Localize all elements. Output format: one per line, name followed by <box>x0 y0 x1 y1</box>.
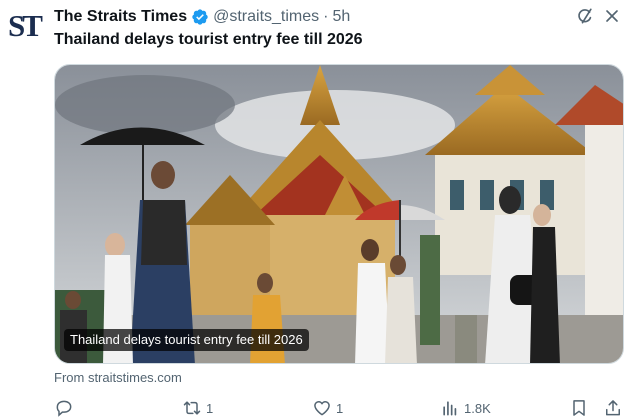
grok-icon[interactable] <box>573 4 597 28</box>
link-card-image[interactable]: Thailand delays tourist entry fee till 2… <box>54 64 624 364</box>
display-name[interactable]: The Straits Times <box>54 8 187 26</box>
handle[interactable]: @straits_times <box>213 8 319 26</box>
temple-photo <box>55 65 623 363</box>
more-icon[interactable] <box>600 4 624 28</box>
separator-dot: · <box>323 8 329 25</box>
views-count: 1.8K <box>464 400 491 416</box>
bookmark-icon <box>573 400 585 416</box>
link-source[interactable]: From straitstimes.com <box>54 370 182 385</box>
views-button[interactable]: 1.8K <box>440 398 491 417</box>
verified-badge-icon[interactable] <box>191 8 209 26</box>
share-icon <box>606 400 620 416</box>
post-text: Thailand delays tourist entry fee till 2… <box>54 31 363 48</box>
repost-count: 1 <box>206 400 214 416</box>
post-header: The Straits Times @straits_times · 5h <box>54 6 350 28</box>
media-caption: Thailand delays tourist entry fee till 2… <box>64 329 309 351</box>
repost-icon <box>183 401 201 415</box>
repost-button[interactable]: 1 <box>182 398 213 417</box>
avatar[interactable]: ST <box>4 6 44 46</box>
share-button[interactable] <box>603 398 623 417</box>
like-count: 1 <box>336 400 344 416</box>
reply-button[interactable] <box>54 398 78 417</box>
timestamp[interactable]: 5h <box>332 8 350 26</box>
views-icon <box>443 401 457 416</box>
action-bar: 1 1 1.8K <box>54 398 628 417</box>
bookmark-button[interactable] <box>569 398 589 417</box>
like-icon <box>314 401 330 416</box>
reply-icon <box>56 400 72 417</box>
like-button[interactable]: 1 <box>312 398 343 417</box>
